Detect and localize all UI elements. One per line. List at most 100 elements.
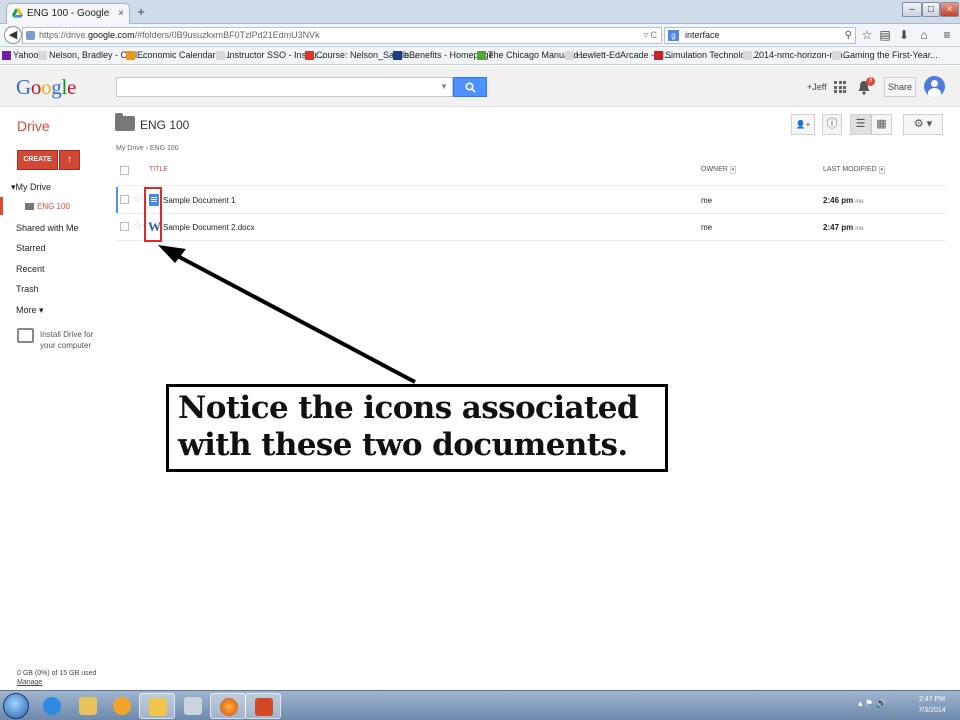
magnifier-icon[interactable]: ⚲ (845, 28, 852, 43)
google-search-engine-icon[interactable]: g (668, 30, 679, 41)
calculator-icon (184, 697, 202, 715)
create-button[interactable]: CREATE (17, 150, 58, 170)
taskbar-firefox[interactable] (210, 693, 246, 719)
search-button[interactable] (453, 77, 487, 97)
taskbar-media-player[interactable] (104, 693, 140, 719)
bookmark-favicon-icon (305, 51, 314, 60)
tab-close-icon[interactable]: × (118, 4, 124, 23)
sort-chevron-icon[interactable]: ▾ (878, 166, 886, 174)
star-icon[interactable]: ☆ (133, 221, 143, 232)
manage-storage-link[interactable]: Manage (17, 679, 42, 686)
outlook-icon (149, 698, 167, 716)
bookmark-item[interactable]: Yahoo (2, 49, 38, 62)
browser-tab[interactable]: ENG 100 - Google Drive × (6, 3, 130, 38)
notification-count-badge[interactable]: 3 (866, 77, 875, 86)
breadcrumb-separator-icon: › (145, 145, 148, 152)
search-options-chevron-icon[interactable]: ▼ (440, 82, 448, 91)
powerpoint-icon (255, 698, 273, 716)
settings-button[interactable]: ⚙ ▾ (903, 114, 943, 135)
breadcrumb-root[interactable]: My Drive (116, 145, 144, 152)
start-button[interactable] (3, 693, 29, 719)
drive-app-title[interactable]: Drive (17, 118, 50, 134)
install-drive-link[interactable]: Install Drive for your computer (40, 329, 110, 351)
folder-icon (115, 113, 135, 131)
apps-grid-icon[interactable] (834, 81, 846, 93)
info-icon: ⓘ (826, 118, 838, 130)
file-owner: me (701, 223, 713, 232)
taskbar-powerpoint[interactable] (245, 693, 281, 719)
grid-view-icon: ▦ (876, 118, 887, 130)
grid-view-button[interactable]: ▦ (871, 114, 892, 135)
media-player-icon (113, 697, 131, 715)
url-path: /#folders/0B9usuzkxmBF0TzlPd21EdmU3NVk (134, 30, 320, 40)
url-prefix: https://drive. (39, 30, 89, 40)
file-name[interactable]: Sample Document 2.docx (163, 223, 255, 232)
share-button[interactable]: Share (884, 77, 916, 97)
new-tab-button[interactable]: + (134, 5, 148, 19)
upload-button[interactable]: ↑ (59, 150, 80, 170)
share-folder-button[interactable]: 👤+ (791, 114, 815, 135)
sidebar-item-recent[interactable]: Recent (16, 264, 45, 274)
bookmark-favicon-icon (2, 51, 11, 60)
drive-favicon-icon (12, 8, 23, 18)
system-tray[interactable]: ▴ ⚑ 🔊 (858, 698, 887, 709)
taskbar-outlook[interactable] (139, 693, 175, 719)
selection-indicator (0, 197, 3, 215)
taskbar-clock[interactable]: 2:47 PM 7/3/2014 (912, 694, 952, 716)
sidebar-item-my-drive[interactable]: ▾My Drive (11, 182, 51, 193)
file-modified: 2:46 pm me (823, 196, 864, 205)
taskbar-calculator[interactable] (175, 693, 211, 719)
sidebar-item-shared[interactable]: Shared with Me (16, 223, 79, 233)
browser-search-box[interactable]: g interface ⚲ (664, 27, 856, 44)
list-view-icon: ☰ (855, 118, 866, 130)
bookmark-favicon-icon (216, 51, 225, 60)
clipboard-icon[interactable]: ▤ (878, 28, 892, 42)
file-owner: me (701, 196, 713, 205)
star-icon[interactable]: ☆ (133, 194, 143, 205)
address-bar[interactable]: https://drive.google.com/#folders/0B9usu… (22, 27, 662, 44)
list-view-button[interactable]: ☰ (850, 114, 871, 135)
window-maximize-button[interactable]: □ (922, 2, 940, 17)
select-all-checkbox[interactable] (120, 166, 129, 175)
sidebar-item-eng-100[interactable]: ENG 100 (0, 197, 105, 215)
bookmark-favicon-icon (38, 51, 47, 60)
sidebar-item-more[interactable]: More ▾ (16, 305, 44, 316)
browser-search-query: interface (685, 30, 720, 40)
bookmark-favicon-icon (565, 51, 574, 60)
bookmark-item[interactable]: Gaming the First-Year... (832, 49, 938, 62)
plus-user-link[interactable]: +Jeff (807, 82, 827, 92)
back-button[interactable]: ◀ (4, 26, 22, 44)
home-icon[interactable]: ⌂ (917, 28, 931, 42)
sidebar-item-label: ENG 100 (37, 202, 70, 211)
reload-icon[interactable]: ▿ C (643, 28, 657, 43)
callout-arrow (158, 245, 416, 384)
window-minimize-button[interactable]: – (902, 2, 922, 17)
taskbar-ie[interactable] (34, 693, 70, 719)
table-row[interactable]: ☆ Sample Document 2.docx me 2:47 pm me (118, 214, 945, 240)
row-checkbox[interactable] (120, 222, 129, 231)
user-avatar[interactable] (924, 76, 945, 97)
sidebar-item-starred[interactable]: Starred (16, 243, 46, 253)
install-drive-icon[interactable] (17, 328, 34, 343)
google-logo[interactable]: Google (16, 75, 76, 100)
breadcrumb-current: ENG 100 (149, 145, 179, 152)
window-close-button[interactable]: × (940, 2, 959, 17)
menu-icon[interactable]: ≡ (940, 28, 954, 42)
sort-chevron-icon[interactable]: ▾ (729, 166, 737, 174)
divider (116, 240, 945, 241)
file-name[interactable]: Sample Document 1 (163, 196, 235, 205)
bookmark-star-icon[interactable]: ☆ (860, 28, 874, 42)
table-row[interactable]: ☆ Sample Document 1 me 2:46 pm me (118, 187, 945, 213)
column-header-title[interactable]: TITLE (149, 166, 168, 173)
download-icon[interactable]: ⬇ (897, 28, 911, 42)
sidebar-item-trash[interactable]: Trash (16, 284, 39, 294)
url-domain: google.com (88, 30, 135, 40)
taskbar-explorer[interactable] (70, 693, 106, 719)
column-header-last-modified[interactable]: LAST MODIFIED ▾ (823, 166, 886, 174)
column-header-owner[interactable]: OWNER ▾ (701, 166, 737, 174)
browser-navbar: ◀ https://drive.google.com/#folders/0B9u… (0, 24, 960, 47)
drive-search-input[interactable]: ▼ (116, 77, 453, 97)
windows-taskbar: ▴ ⚑ 🔊 2:47 PM 7/3/2014 (0, 690, 960, 720)
details-button[interactable]: ⓘ (822, 114, 842, 135)
row-checkbox[interactable] (120, 195, 129, 204)
